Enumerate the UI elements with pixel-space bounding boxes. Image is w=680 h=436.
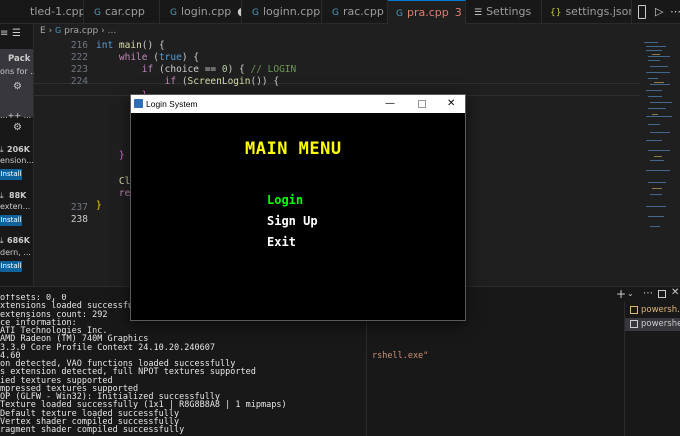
filter-icon[interactable]: ≡ [0,28,8,39]
split-editor-icon[interactable] [638,5,646,19]
json-file-icon: {} [550,8,562,18]
tab-label: login.cpp [180,5,232,18]
cpp-file-icon: G [396,9,403,19]
extension-description: ension... [0,156,34,165]
minimize-icon[interactable]: — [385,95,395,113]
minimap[interactable] [640,38,680,286]
terminal-output-right[interactable]: rshell.exe" [372,351,428,361]
game-canvas[interactable]: MAIN MENU Login Sign Up Exit [131,113,465,320]
tab-label: loginn.cpp [262,5,321,18]
code-line: if (choice == 0) { // LOGIN [141,64,297,75]
extension-pack-subtitle: ons for ... [0,67,38,76]
terminal-icon [630,305,638,314]
tab-label: rac.cpp [342,5,384,18]
extension-pack-item[interactable]: Pack ons for ... ⚙ [0,49,38,117]
login-system-window[interactable]: Login System — ✕ MAIN MENU Login Sign Up… [130,94,466,321]
breadcrumb-root[interactable]: E [40,26,46,36]
window-title: Login System [146,99,198,109]
more-actions-icon[interactable]: ⋯ [643,288,653,299]
problem-count-badge: 3 [454,6,462,19]
extension-pack-title: Pack [8,54,31,64]
tab-label: tled-1.cpp [30,5,84,18]
open-changes-icon[interactable]: ▷ [655,0,663,24]
download-icon: ⤓ [0,236,4,245]
gear-icon[interactable]: ⚙ [13,122,22,133]
extension-description: dern, ... [0,248,31,257]
install-button[interactable]: Install [0,215,22,226]
download-icon: ⤓ [0,145,4,154]
tab-car[interactable]: Gcar.cpp [84,0,160,24]
tab-loginn[interactable]: Gloginn.cpp [242,0,322,24]
extension-item-title: ...++ ... [0,111,32,120]
extension-description: exten... [0,202,31,211]
tab-label: car.cpp [104,5,145,18]
download-count: 206K [7,145,30,154]
close-panel-icon[interactable]: ✕ [671,287,679,298]
line-number: 237 [70,202,88,213]
cpp-file-icon: G [252,8,259,18]
cpp-file-icon: G [332,8,339,18]
menu-item-exit[interactable]: Exit [267,235,296,249]
line-number: 223 [70,64,88,75]
window-titlebar[interactable]: Login System — ✕ [131,95,465,113]
line-number: 216 [70,40,88,51]
line-number: 222 [70,52,88,63]
tab-tled-1[interactable]: tled-1.cpp [0,0,84,24]
tab-settings-json[interactable]: {} settings.json [542,0,632,24]
install-button[interactable]: Install [0,169,22,180]
tab-pra[interactable]: Gpra.cpp 3 [388,0,466,24]
chevron-down-icon[interactable]: ⌄ [627,289,634,298]
split-divider[interactable] [366,303,367,436]
tab-settings[interactable]: ☰ Settings [466,0,542,24]
code-line: int main() { [96,40,165,51]
app-icon [134,99,143,108]
tab-rac[interactable]: Grac.cpp [322,0,388,24]
breadcrumb: E › G pra.cpp › ... [34,24,680,38]
maximize-panel-icon[interactable] [658,290,666,298]
terminal-list: powersh... powershe [624,302,680,436]
code-line: } [118,150,125,161]
cpp-file-icon: G [94,8,101,18]
tab-label: settings.json [565,5,632,18]
more-actions-icon[interactable]: ⋯ [670,0,680,24]
terminal-list-item-active[interactable]: powershe [625,318,680,331]
menu-item-login[interactable]: Login [267,193,303,207]
minimap-graphic [644,42,672,227]
cpp-file-icon: G [170,8,177,18]
download-count: 686K [7,236,30,245]
download-count: 88K [9,191,27,200]
download-icon: ⤓ [0,191,4,200]
close-icon[interactable]: ✕ [447,95,455,113]
code-line: while (true) { [118,52,200,63]
code-line: if (ScreenLogin()) { [164,76,280,87]
cpp-file-icon: G [55,26,62,35]
code-line: } [96,200,102,211]
gear-icon[interactable]: ⚙ [13,81,22,92]
breadcrumb-file[interactable]: pra.cpp [64,26,98,36]
new-terminal-icon[interactable]: + [616,287,626,301]
tab-label: pra.cpp [406,6,449,19]
line-number: 238 [70,214,88,225]
terminal-icon [630,319,638,328]
tab-label: Settings [486,5,532,18]
terminal-list-item[interactable]: powersh... [625,304,680,316]
breadcrumb-symbol[interactable]: ... [108,26,117,36]
list-icon[interactable]: ☰ [12,28,21,39]
menu-item-sign-up[interactable]: Sign Up [267,214,318,228]
editor-tab-bar: tled-1.cpp Gcar.cpp Glogin.cpp● Gloginn.… [0,0,680,24]
main-menu-title: MAIN MENU [245,139,342,159]
install-button[interactable]: Install [0,261,22,272]
line-number: 224 [70,76,88,87]
maximize-icon[interactable] [418,100,426,108]
tab-login[interactable]: Glogin.cpp● [160,0,242,24]
settings-icon: ☰ [474,8,483,18]
